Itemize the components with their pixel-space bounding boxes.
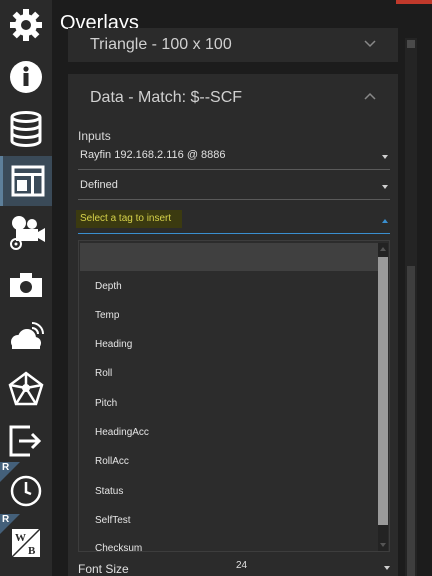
r-badge: R [0,514,20,534]
chevron-up-icon[interactable] [364,92,376,100]
list-item[interactable]: Checksum [95,543,142,551]
scroll-up-icon[interactable] [380,247,386,251]
sidebar-item-snapshot[interactable] [0,260,52,310]
sidebar-item-overlays[interactable] [0,156,52,206]
sidebar-item-camera-settings[interactable] [0,208,52,258]
page-scrollbar[interactable] [405,38,417,576]
layout-icon [11,165,44,197]
caret-down-icon [382,155,388,159]
list-item[interactable]: Pitch [95,398,117,409]
list-item[interactable]: Depth [95,281,122,292]
list-item[interactable]: HeadingAcc [95,427,149,438]
video-camera-settings-icon [10,216,45,250]
sidebar-item-info[interactable] [0,52,52,102]
sidebar: R W B R [0,0,52,576]
main-panel: Triangle - 100 x 100 Data - Match: $--SC… [52,0,432,576]
tag-insert-placeholder: Select a tag to insert [80,213,172,224]
database-icon [10,111,42,147]
tag-dropdown-list: Depth Temp Heading Roll Pitch HeadingAcc… [78,240,390,552]
sidebar-item-settings[interactable] [0,0,52,50]
r-badge: R [0,462,20,482]
card-title: Triangle - 100 x 100 [90,36,232,53]
scroll-up-icon[interactable] [407,40,415,48]
camera-icon [10,273,42,297]
list-item[interactable]: Status [95,486,123,497]
overlay-card-triangle[interactable]: Triangle - 100 x 100 [68,28,398,62]
cloud-wireless-icon [11,322,44,349]
network-icon [8,371,44,406]
input-source-value: Rayfin 192.168.2.116 @ 8886 [80,149,226,161]
list-item[interactable]: SelfTest [95,515,131,526]
caret-up-icon [382,219,388,223]
caret-down-icon [382,185,388,189]
dropdown-scrollbar[interactable] [378,243,388,551]
list-item[interactable]: RollAcc [95,456,129,467]
chevron-down-icon[interactable] [364,40,376,48]
sidebar-item-network[interactable] [0,364,52,414]
svg-text:B: B [28,545,36,557]
inputs-label: Inputs [78,129,111,143]
export-icon [9,425,42,457]
font-size-select[interactable]: 24 [236,560,247,571]
gear-icon [10,9,42,41]
tag-mode-value: Defined [80,179,118,191]
sidebar-item-cloud[interactable] [0,312,52,362]
list-item[interactable]: Heading [95,339,132,350]
sidebar-item-export[interactable] [0,416,52,466]
input-source-select[interactable]: Rayfin 192.168.2.116 @ 8886 [78,144,390,170]
dropdown-search-field[interactable] [80,243,378,271]
scrollbar-thumb[interactable] [407,266,415,576]
scroll-down-icon[interactable] [380,543,386,547]
caret-down-icon[interactable] [384,566,390,570]
tag-insert-select[interactable]: Select a tag to insert [76,208,390,234]
font-size-label: Font Size [78,562,129,576]
scrollbar-thumb[interactable] [378,257,388,525]
card-title: Data - Match: $--SCF [90,89,243,106]
tag-mode-select[interactable]: Defined [78,174,390,200]
list-item[interactable]: Temp [95,310,119,321]
list-item[interactable]: Roll [95,368,112,379]
sidebar-item-data[interactable] [0,104,52,154]
info-icon [10,61,42,93]
